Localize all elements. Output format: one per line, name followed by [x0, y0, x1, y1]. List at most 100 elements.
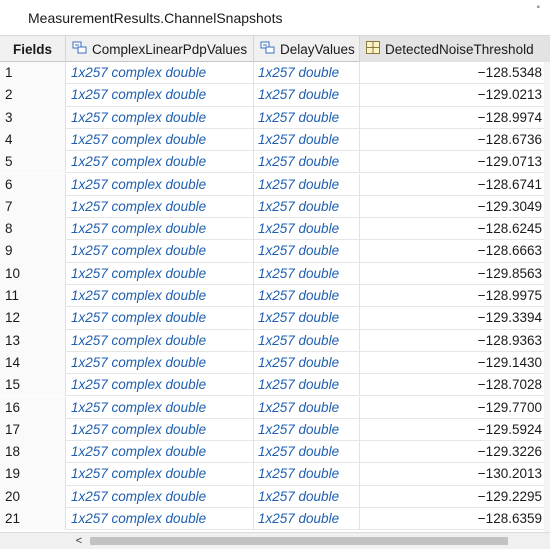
delay-values-cell[interactable]: 1x257 double — [254, 329, 360, 352]
table-row[interactable]: 10 1x257 complex double 1x257 double −129.8… — [0, 262, 550, 285]
table-row[interactable]: 1 1x257 complex double 1x257 double −128.53… — [0, 62, 550, 85]
noise-threshold-cell[interactable]: −129.1430 — [360, 352, 544, 374]
row-index-cell[interactable]: 2 — [0, 84, 66, 107]
row-index-cell[interactable]: 16 — [0, 396, 66, 419]
table-row[interactable]: 2 1x257 complex double 1x257 double −129.02… — [0, 84, 550, 107]
delay-values-cell[interactable]: 1x257 double — [254, 262, 360, 285]
delay-values-cell[interactable]: 1x257 double — [254, 218, 360, 241]
row-index-cell[interactable]: 8 — [0, 218, 66, 241]
column-header-complex-linear-pdp-values[interactable]: ComplexLinearPdpValues — [66, 36, 254, 62]
table-row[interactable]: 19 1x257 complex double 1x257 double −130.2… — [0, 463, 550, 486]
row-index-cell[interactable]: 10 — [0, 262, 66, 285]
column-header-detected-noise-threshold[interactable]: DetectedNoiseThreshold — [360, 36, 550, 62]
noise-threshold-cell[interactable]: −128.9974 — [360, 107, 544, 129]
row-index-cell[interactable]: 13 — [0, 329, 66, 352]
delay-values-cell[interactable]: 1x257 double — [254, 195, 360, 219]
complex-linear-pdp-cell[interactable]: 1x257 complex double — [66, 351, 254, 375]
noise-threshold-cell[interactable]: −129.0213 — [360, 84, 544, 106]
complex-linear-pdp-cell[interactable]: 1x257 complex double — [66, 106, 254, 129]
noise-threshold-cell[interactable]: −128.6245 — [360, 218, 544, 240]
noise-threshold-cell[interactable]: −128.7028 — [360, 374, 544, 396]
table-row[interactable]: 11 1x257 complex double 1x257 double −128.9… — [0, 285, 550, 308]
delay-values-cell[interactable]: 1x257 double — [254, 441, 360, 464]
table-row[interactable]: 12 1x257 complex double 1x257 double −129.3… — [0, 307, 550, 330]
complex-linear-pdp-cell[interactable]: 1x257 complex double — [66, 262, 254, 285]
noise-threshold-cell[interactable]: −129.3226 — [360, 441, 544, 463]
delay-values-cell[interactable]: 1x257 double — [254, 307, 360, 330]
row-index-cell[interactable]: 12 — [0, 307, 66, 330]
complex-linear-pdp-cell[interactable]: 1x257 complex double — [66, 485, 254, 508]
horizontal-scroll-thumb[interactable] — [90, 537, 508, 545]
variable-grid[interactable]: Fields ComplexLinearPdpValues DelayValue… — [0, 36, 550, 532]
delay-values-cell[interactable]: 1x257 double — [254, 173, 360, 196]
column-header-delay-values[interactable]: DelayValues — [254, 36, 360, 62]
complex-linear-pdp-cell[interactable]: 1x257 complex double — [66, 218, 254, 241]
row-index-cell[interactable]: 6 — [0, 173, 66, 196]
complex-linear-pdp-cell[interactable]: 1x257 complex double — [66, 173, 254, 196]
noise-threshold-cell[interactable]: −129.3394 — [360, 307, 544, 329]
complex-linear-pdp-cell[interactable]: 1x257 complex double — [66, 508, 254, 531]
row-index-cell[interactable]: 20 — [0, 485, 66, 508]
delay-values-cell[interactable]: 1x257 double — [254, 396, 360, 419]
delay-values-cell[interactable]: 1x257 double — [254, 128, 360, 152]
delay-values-cell[interactable]: 1x257 double — [254, 508, 360, 531]
table-row[interactable]: 21 1x257 complex double 1x257 double −128.6… — [0, 508, 550, 531]
table-row[interactable]: 7 1x257 complex double 1x257 double −129.30… — [0, 195, 550, 219]
complex-linear-pdp-cell[interactable]: 1x257 complex double — [66, 396, 254, 419]
row-index-cell[interactable]: 3 — [0, 106, 66, 129]
complex-linear-pdp-cell[interactable]: 1x257 complex double — [66, 441, 254, 464]
delay-values-cell[interactable]: 1x257 double — [254, 62, 360, 85]
table-row[interactable]: 17 1x257 complex double 1x257 double −129.5… — [0, 418, 550, 442]
delay-values-cell[interactable]: 1x257 double — [254, 285, 360, 308]
complex-linear-pdp-cell[interactable]: 1x257 complex double — [66, 374, 254, 397]
table-row[interactable]: 8 1x257 complex double 1x257 double −128.62… — [0, 218, 550, 241]
row-index-cell[interactable]: 5 — [0, 151, 66, 174]
complex-linear-pdp-cell[interactable]: 1x257 complex double — [66, 84, 254, 107]
table-row[interactable]: 6 1x257 complex double 1x257 double −128.67… — [0, 173, 550, 196]
noise-threshold-cell[interactable]: −128.9975 — [360, 285, 544, 307]
noise-threshold-cell[interactable]: −128.6736 — [360, 129, 544, 151]
table-row[interactable]: 15 1x257 complex double 1x257 double −128.7… — [0, 374, 550, 397]
noise-threshold-cell[interactable]: −128.6359 — [360, 508, 544, 530]
row-index-cell[interactable]: 15 — [0, 374, 66, 397]
complex-linear-pdp-cell[interactable]: 1x257 complex double — [66, 463, 254, 486]
noise-threshold-cell[interactable]: −129.0713 — [360, 151, 544, 173]
complex-linear-pdp-cell[interactable]: 1x257 complex double — [66, 128, 254, 152]
table-row[interactable]: 5 1x257 complex double 1x257 double −129.07… — [0, 151, 550, 174]
delay-values-cell[interactable]: 1x257 double — [254, 418, 360, 442]
delay-values-cell[interactable]: 1x257 double — [254, 84, 360, 107]
table-row[interactable]: 4 1x257 complex double 1x257 double −128.67… — [0, 128, 550, 152]
table-row[interactable]: 3 1x257 complex double 1x257 double −128.99… — [0, 106, 550, 129]
row-index-cell[interactable]: 1 — [0, 62, 66, 85]
complex-linear-pdp-cell[interactable]: 1x257 complex double — [66, 418, 254, 442]
row-index-cell[interactable]: 14 — [0, 351, 66, 375]
complex-linear-pdp-cell[interactable]: 1x257 complex double — [66, 240, 254, 263]
row-index-cell[interactable]: 11 — [0, 285, 66, 308]
delay-values-cell[interactable]: 1x257 double — [254, 485, 360, 508]
noise-threshold-cell[interactable]: −129.8563 — [360, 263, 544, 285]
fields-header[interactable]: Fields — [0, 36, 66, 62]
noise-threshold-cell[interactable]: −128.6741 — [360, 174, 544, 196]
table-row[interactable]: 9 1x257 complex double 1x257 double −128.66… — [0, 240, 550, 263]
table-row[interactable]: 16 1x257 complex double 1x257 double −129.7… — [0, 396, 550, 419]
table-row[interactable]: 14 1x257 complex double 1x257 double −129.1… — [0, 351, 550, 375]
row-index-cell[interactable]: 19 — [0, 463, 66, 486]
delay-values-cell[interactable]: 1x257 double — [254, 351, 360, 375]
complex-linear-pdp-cell[interactable]: 1x257 complex double — [66, 307, 254, 330]
complex-linear-pdp-cell[interactable]: 1x257 complex double — [66, 62, 254, 85]
complex-linear-pdp-cell[interactable]: 1x257 complex double — [66, 151, 254, 174]
row-index-cell[interactable]: 9 — [0, 240, 66, 263]
noise-threshold-cell[interactable]: −129.2295 — [360, 486, 544, 508]
row-index-cell[interactable]: 18 — [0, 441, 66, 464]
noise-threshold-cell[interactable]: −129.3049 — [360, 196, 544, 218]
scroll-left-arrow-icon[interactable]: < — [72, 533, 86, 549]
row-index-cell[interactable]: 17 — [0, 418, 66, 442]
row-index-cell[interactable]: 7 — [0, 195, 66, 219]
delay-values-cell[interactable]: 1x257 double — [254, 151, 360, 174]
table-row[interactable]: 13 1x257 complex double 1x257 double −128.9… — [0, 329, 550, 352]
delay-values-cell[interactable]: 1x257 double — [254, 106, 360, 129]
noise-threshold-cell[interactable]: −128.6663 — [360, 240, 544, 262]
vertical-scrollbar-edge[interactable] — [544, 62, 550, 532]
horizontal-scrollbar[interactable]: < — [0, 532, 550, 549]
noise-threshold-cell[interactable]: −130.2013 — [360, 463, 544, 485]
